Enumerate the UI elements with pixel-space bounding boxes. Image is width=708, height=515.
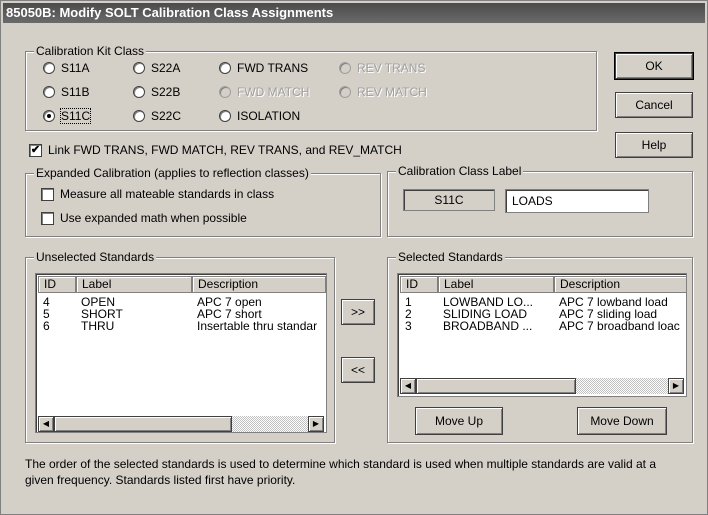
- radio-s11a[interactable]: S11A: [43, 61, 89, 75]
- radio-label: S22A: [151, 61, 181, 75]
- cell-id: 3: [405, 320, 412, 333]
- radio-circle-icon: [133, 62, 145, 74]
- radio-circle-icon: [43, 110, 55, 122]
- window-title: 85050B: Modify SOLT Calibration Class As…: [3, 3, 705, 23]
- column-id-header[interactable]: ID: [38, 276, 76, 293]
- scroll-right-icon[interactable]: ▶: [308, 416, 324, 432]
- radio-label: ISOLATION: [237, 109, 301, 123]
- expanded-calibration-group: Expanded Calibration (applies to reflect…: [25, 166, 381, 237]
- radio-circle-icon: [43, 62, 55, 74]
- scroll-thumb[interactable]: [416, 378, 576, 394]
- add-standard-button[interactable]: >>: [341, 299, 375, 325]
- kit-class-group: Calibration Kit Class: [25, 44, 597, 131]
- move-down-button[interactable]: Move Down: [577, 407, 667, 435]
- link-checkbox-label: Link FWD TRANS, FWD MATCH, REV TRANS, an…: [48, 143, 402, 157]
- expanded-math-label: Use expanded math when possible: [60, 211, 247, 225]
- radio-circle-icon: [133, 110, 145, 122]
- radio-fwd-trans[interactable]: FWD TRANS: [219, 61, 308, 75]
- radio-label: S11C: [59, 108, 92, 124]
- radio-label: S22B: [151, 85, 181, 99]
- scroll-thumb[interactable]: [54, 416, 232, 432]
- radio-label: REV MATCH: [357, 85, 427, 99]
- radio-fwd-match: FWD MATCH: [219, 85, 309, 99]
- unselected-list-header: ID Label Description: [38, 276, 326, 293]
- class-label-input[interactable]: [505, 189, 649, 213]
- link-checkbox-box[interactable]: ✔: [29, 143, 42, 157]
- cell-label: BROADBAND ...: [443, 320, 533, 333]
- radio-s11c[interactable]: S11C: [43, 108, 92, 124]
- cancel-button[interactable]: Cancel: [615, 92, 693, 118]
- unselected-legend: Unselected Standards: [34, 250, 157, 264]
- radio-s11b[interactable]: S11B: [43, 85, 89, 99]
- ok-button[interactable]: OK: [614, 52, 694, 80]
- radio-label: REV TRANS: [357, 61, 426, 75]
- radio-circle-icon: [219, 110, 231, 122]
- class-name-display: S11C: [403, 189, 495, 211]
- expanded-math-box[interactable]: [41, 211, 54, 225]
- scroll-left-icon[interactable]: ◀: [400, 378, 416, 394]
- table-row[interactable]: 3 BROADBAND ... APC 7 broadband loac: [400, 320, 686, 333]
- measure-all-label: Measure all mateable standards in class: [60, 187, 275, 201]
- measure-all-checkbox[interactable]: Measure all mateable standards in class: [41, 187, 274, 201]
- selected-list-header: ID Label Description: [400, 276, 686, 293]
- priority-footnote: The order of the selected standards is u…: [25, 457, 657, 487]
- unselected-list[interactable]: ID Label Description 4 OPEN APC 7 open 5 SHO…: [35, 273, 327, 433]
- expanded-calibration-legend: Expanded Calibration (applies to reflect…: [34, 166, 311, 180]
- column-id-header[interactable]: ID: [400, 276, 438, 293]
- scroll-right-icon[interactable]: ▶: [668, 378, 684, 394]
- remove-standard-button[interactable]: <<: [341, 357, 375, 383]
- radio-s22a[interactable]: S22A: [133, 61, 180, 75]
- radio-label: S11A: [61, 61, 90, 75]
- radio-label: S11B: [61, 85, 90, 99]
- radio-circle-icon: [339, 86, 351, 98]
- link-checkbox[interactable]: ✔ Link FWD TRANS, FWD MATCH, REV TRANS, …: [29, 143, 402, 157]
- column-label-header[interactable]: Label: [76, 276, 192, 293]
- expanded-math-checkbox[interactable]: Use expanded math when possible: [41, 211, 247, 225]
- cell-desc: Insertable thru standar: [197, 320, 318, 333]
- selected-list[interactable]: ID Label Description 1 LOWBAND LO... APC 7…: [397, 273, 687, 397]
- radio-circle-icon: [219, 62, 231, 74]
- table-row[interactable]: 6 THRU Insertable thru standar: [38, 320, 326, 333]
- move-up-button[interactable]: Move Up: [415, 407, 503, 435]
- help-button[interactable]: Help: [615, 132, 693, 158]
- radio-rev-trans: REV TRANS: [339, 61, 425, 75]
- radio-label: S22C: [151, 109, 182, 123]
- dialog-window: 85050B: Modify SOLT Calibration Class As…: [0, 0, 708, 515]
- selected-legend: Selected Standards: [396, 250, 505, 264]
- radio-circle-icon: [43, 86, 55, 98]
- radio-circle-icon: [339, 62, 351, 74]
- cell-desc: APC 7 broadband loac: [559, 320, 680, 333]
- radio-isolation[interactable]: ISOLATION: [219, 109, 300, 123]
- cell-id: 6: [43, 320, 50, 333]
- column-label-header[interactable]: Label: [438, 276, 554, 293]
- class-label-legend: Calibration Class Label: [396, 164, 524, 178]
- radio-circle-icon: [133, 86, 145, 98]
- column-description-header[interactable]: Description: [554, 276, 686, 293]
- kit-class-legend: Calibration Kit Class: [34, 44, 147, 58]
- radio-circle-icon: [219, 86, 231, 98]
- radio-rev-match: REV MATCH: [339, 85, 427, 99]
- cell-label: THRU: [81, 320, 115, 333]
- radio-label: FWD TRANS: [237, 61, 309, 75]
- radio-s22b[interactable]: S22B: [133, 85, 180, 99]
- radio-label: FWD MATCH: [237, 85, 310, 99]
- scroll-left-icon[interactable]: ◀: [38, 416, 54, 432]
- measure-all-box[interactable]: [41, 187, 54, 201]
- column-description-header[interactable]: Description: [192, 276, 326, 293]
- radio-s22c[interactable]: S22C: [133, 109, 181, 123]
